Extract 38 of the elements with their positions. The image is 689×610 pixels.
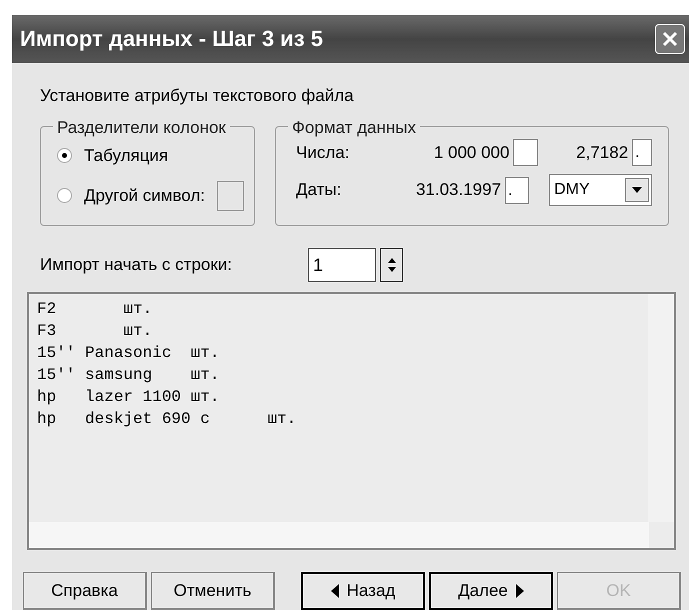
input-field[interactable]: . — [505, 176, 530, 204]
preview-line: 15'' Panasonic шт. — [37, 343, 220, 364]
dialog-button[interactable]: Назад — [301, 572, 425, 610]
window-title: Импорт данных - Шаг 3 из 5 — [20, 25, 323, 54]
preview-line: hp deskjet 690 c шт. — [37, 409, 298, 430]
number-sample: 1 000 000 — [432, 142, 510, 164]
date-order-dropdown[interactable]: DMY — [549, 174, 652, 206]
close-icon — [662, 30, 678, 47]
dropdown-arrow-icon — [632, 187, 642, 193]
start-row-field[interactable]: 1 — [308, 248, 376, 282]
dialog-button[interactable]: Справка — [23, 572, 147, 610]
input-field[interactable]: . — [632, 139, 652, 166]
close-button[interactable] — [655, 24, 685, 54]
spin-button[interactable] — [380, 248, 403, 282]
numbers-label: Числа: — [296, 142, 350, 164]
preview-line: F3 шт. — [37, 321, 154, 342]
radio-label: Табуляция — [84, 145, 168, 167]
vertical-scrollbar[interactable] — [648, 294, 674, 522]
input-field[interactable] — [217, 180, 244, 210]
date-sample: 31.03.1997 — [414, 179, 502, 202]
radio-button[interactable] — [57, 188, 72, 203]
instruction-text: Установите атрибуты текстового файла — [39, 84, 355, 106]
left-triangle-icon — [330, 584, 339, 598]
dialog-button[interactable]: Отменить — [151, 572, 275, 610]
dialog-button[interactable]: Далее — [429, 572, 553, 610]
radio-button[interactable] — [57, 148, 72, 164]
dates-label: Даты: — [296, 179, 342, 202]
input-field[interactable] — [513, 139, 538, 166]
preview-line: hp lazer 1100 шт. — [37, 387, 220, 408]
start-row-label: Импорт начать с строки: — [40, 254, 234, 276]
up-arrow-icon — [388, 258, 396, 263]
preview-line: 15'' samsung шт. — [37, 365, 220, 386]
radio-label: Другой символ: — [84, 184, 206, 207]
horizontal-scrollbar[interactable] — [29, 522, 649, 548]
preview-line: F2 шт. — [37, 299, 154, 320]
down-arrow-icon — [388, 267, 396, 272]
number-sample: 2,7182 — [575, 142, 630, 164]
right-triangle-icon — [516, 584, 524, 598]
